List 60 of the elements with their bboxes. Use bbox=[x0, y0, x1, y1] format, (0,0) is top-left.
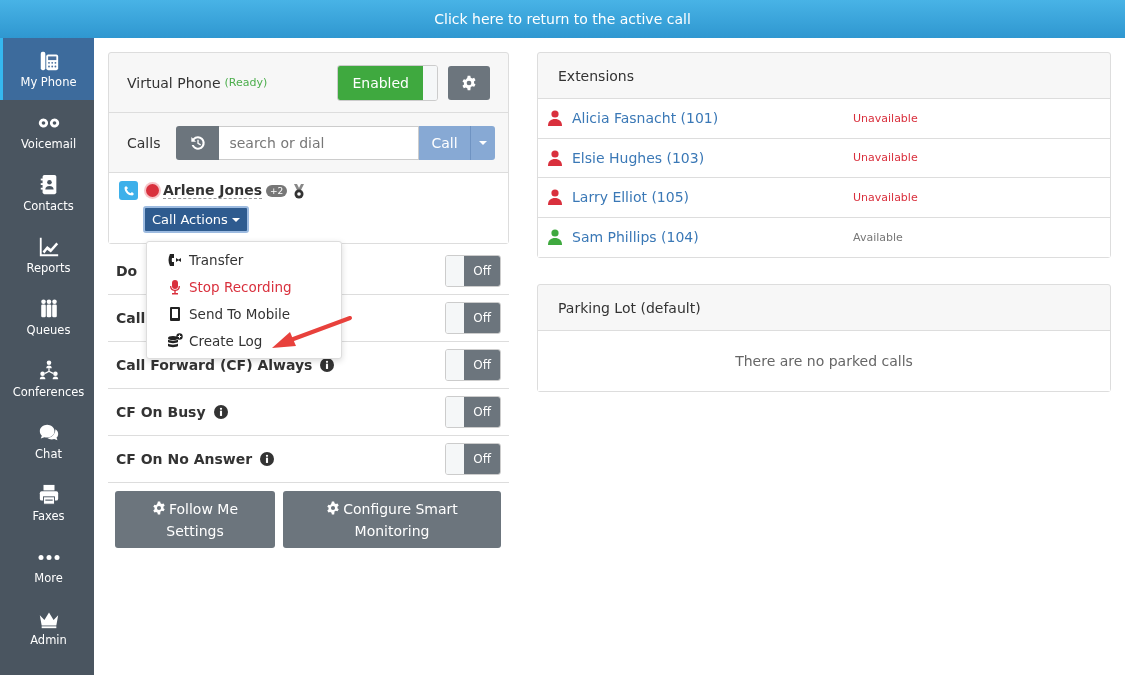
panel-title: Parking Lot (default) bbox=[558, 299, 701, 316]
microphone-icon bbox=[167, 278, 183, 295]
sidebar-item[interactable]: Voicemail bbox=[0, 100, 94, 162]
extension-status: Unavailable bbox=[853, 190, 918, 204]
menu-item[interactable]: Create Log bbox=[147, 327, 341, 354]
history-button[interactable] bbox=[176, 125, 220, 160]
extension-status: Unavailable bbox=[853, 111, 918, 125]
off-toggle[interactable]: Off bbox=[445, 349, 501, 381]
sidebar-item[interactable]: Reports bbox=[0, 224, 94, 286]
empty-message: There are no parked calls bbox=[735, 353, 913, 369]
calls-label: Calls bbox=[127, 134, 161, 151]
mobile-phone-icon bbox=[167, 305, 183, 322]
off-toggle[interactable]: Off bbox=[445, 302, 501, 334]
ready-status: (Ready) bbox=[224, 76, 268, 89]
phone-icon bbox=[119, 181, 138, 200]
menu-item[interactable]: Transfer bbox=[147, 246, 341, 273]
settings-icon bbox=[461, 74, 477, 91]
history-icon bbox=[189, 134, 206, 151]
off-toggle[interactable]: Off bbox=[445, 396, 501, 428]
setting-label: CF On No Answer bbox=[116, 451, 253, 467]
off-toggle[interactable]: Off bbox=[445, 255, 501, 287]
menu-item[interactable]: Stop Recording bbox=[147, 273, 341, 300]
caller-name[interactable]: Arlene Jones bbox=[163, 182, 262, 199]
enabled-toggle[interactable]: Enabled bbox=[337, 64, 438, 101]
extension-status: Unavailable bbox=[853, 151, 918, 165]
participant-count: +2 bbox=[266, 184, 288, 197]
more-dots-icon bbox=[37, 554, 60, 560]
extension-name[interactable]: Alicia Fasnacht (101) bbox=[572, 110, 853, 127]
sidebar-item[interactable]: Chat bbox=[0, 410, 94, 472]
settings-button[interactable] bbox=[448, 65, 490, 100]
follow-me-button[interactable]: Follow Me Settings bbox=[115, 491, 275, 548]
database-plus-icon bbox=[167, 332, 183, 349]
virtual-phone-label: Virtual Phone bbox=[127, 74, 221, 91]
gear-icon bbox=[151, 500, 166, 515]
off-toggle[interactable]: Off bbox=[445, 443, 501, 475]
call-actions-button[interactable]: Call Actions bbox=[143, 206, 249, 233]
setting-label: CF On Busy bbox=[116, 404, 206, 420]
search-field[interactable]: search or dial bbox=[219, 125, 420, 160]
sidebar-item[interactable]: My Phone bbox=[0, 38, 94, 100]
panel-title: Extensions bbox=[558, 67, 635, 84]
sidebar-item[interactable]: Admin bbox=[0, 596, 94, 658]
setting-label: Call bbox=[116, 310, 146, 326]
menu-item[interactable]: Send To Mobile bbox=[147, 300, 341, 327]
configure-monitoring-button[interactable]: Configure Smart Monitoring bbox=[283, 491, 501, 548]
extension-status: Available bbox=[853, 230, 903, 244]
transfer-icon bbox=[167, 251, 183, 268]
sidebar-item[interactable]: Queues bbox=[0, 286, 94, 348]
caret-icon bbox=[478, 140, 487, 145]
sidebar-item[interactable]: Contacts bbox=[0, 162, 94, 224]
gear-icon bbox=[326, 500, 341, 515]
dropdown-button[interactable] bbox=[469, 125, 495, 160]
setting-label: Do bbox=[116, 263, 138, 279]
extension-name[interactable]: Sam Phillips (104) bbox=[572, 229, 853, 246]
sidebar-item[interactable]: Faxes bbox=[0, 472, 94, 534]
extension-name[interactable]: Larry Elliot (105) bbox=[572, 189, 853, 206]
setting-label: Call Forward (CF) Always bbox=[116, 357, 313, 373]
sidebar-item[interactable]: Conferences bbox=[0, 348, 94, 410]
extension-name[interactable]: Elsie Hughes (103) bbox=[572, 149, 853, 166]
caret-icon bbox=[231, 217, 240, 222]
sidebar-item[interactable]: More bbox=[0, 534, 94, 596]
